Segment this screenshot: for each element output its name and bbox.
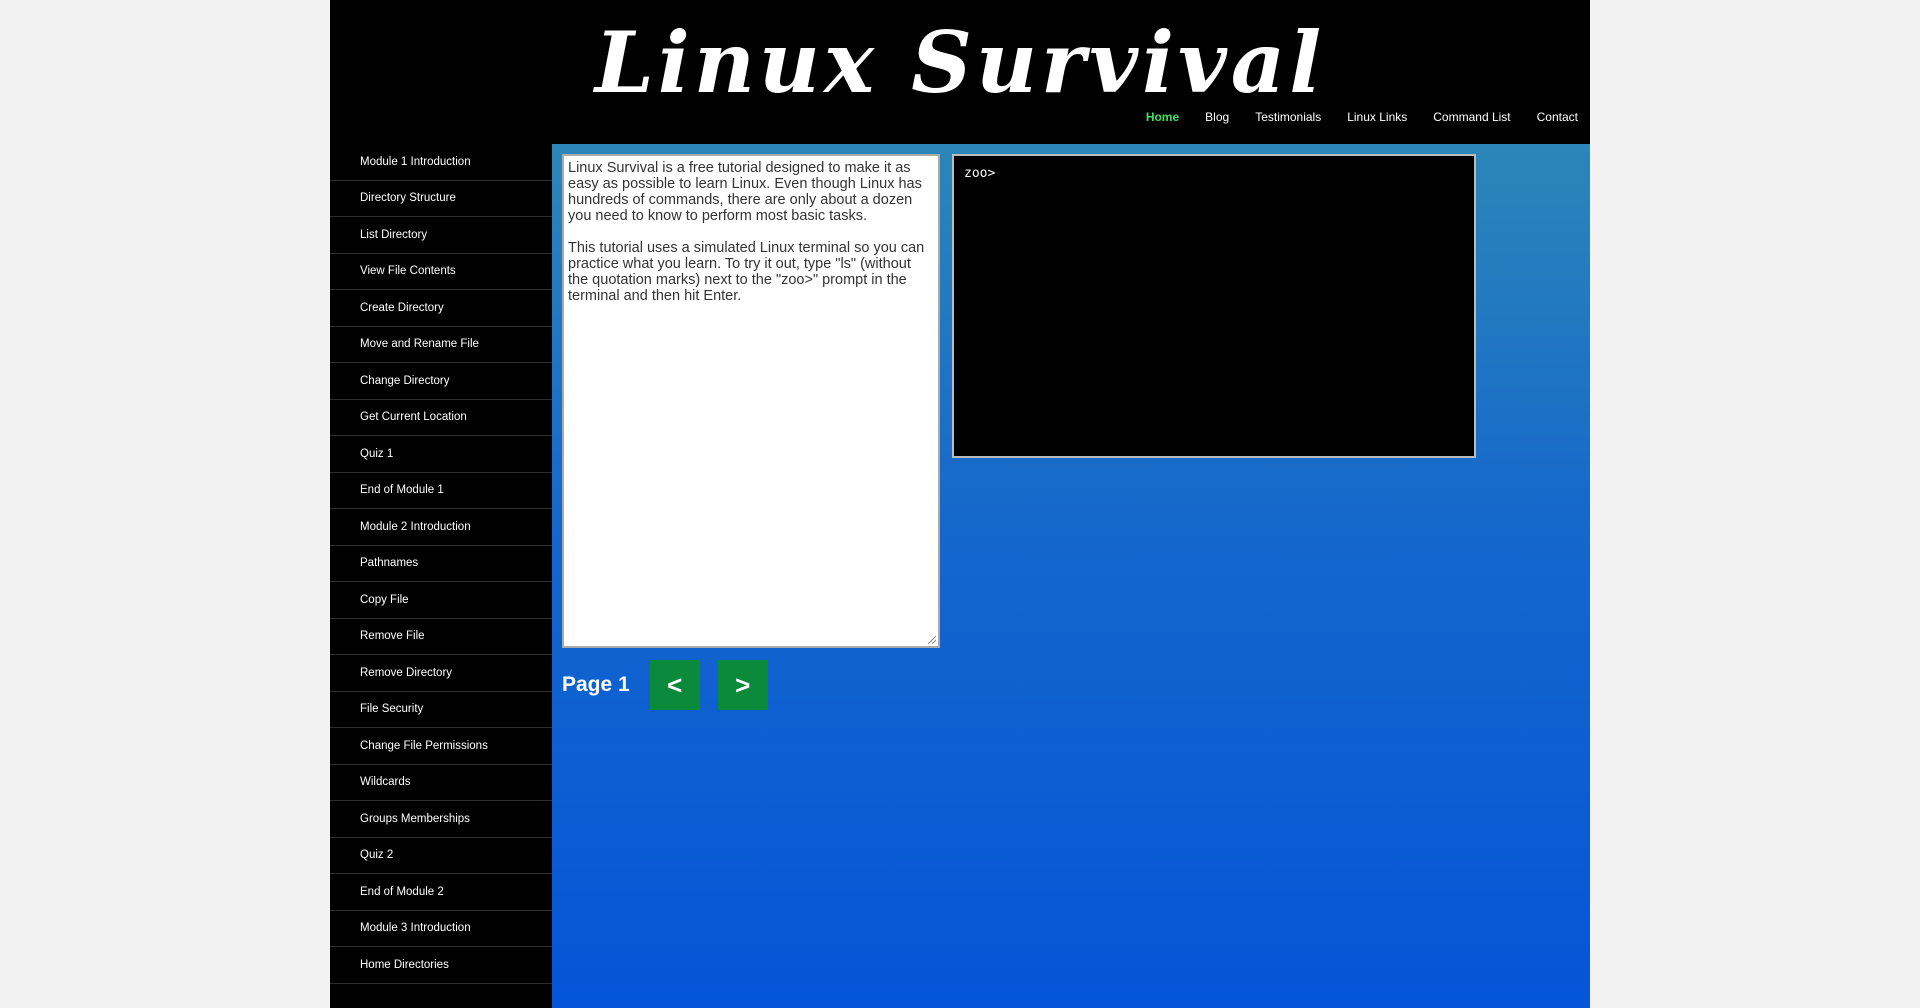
sidebar-item-label: Module 1 Introduction <box>360 155 471 168</box>
nav-command-list[interactable]: Command List <box>1433 110 1510 124</box>
sidebar-item-move-and-rename-file[interactable]: Move and Rename File <box>330 327 552 363</box>
sidebar-item-home-directories[interactable]: Home Directories <box>330 947 552 984</box>
sidebar-item-label: Module 3 Introduction <box>360 922 471 935</box>
nav-contact[interactable]: Contact <box>1537 110 1578 124</box>
next-page-button[interactable]: > <box>717 660 768 710</box>
sidebar-item-label: Quiz 2 <box>360 849 394 862</box>
page-number-label: Page 1 <box>562 673 630 696</box>
top-nav: Home Blog Testimonials Linux Links Comma… <box>1120 110 1578 124</box>
sidebar-item-quiz-1[interactable]: Quiz 1 <box>330 436 552 473</box>
sidebar-item-label: File Security <box>360 703 424 716</box>
sidebar-item-change-file-permissions[interactable]: Change File Permissions <box>330 728 552 765</box>
resize-grip-icon[interactable] <box>928 636 936 644</box>
sidebar-item-label: Get Current Location <box>360 411 467 424</box>
sidebar-item-end-of-module-2[interactable]: End of Module 2 <box>330 874 552 911</box>
sidebar: Module 1 Introduction Directory Structur… <box>330 144 552 1008</box>
terminal-prompt: zoo> <box>964 166 996 181</box>
site-header: Linux Survival Home Blog Testimonials Li… <box>330 0 1590 144</box>
sidebar-item-pathnames[interactable]: Pathnames <box>330 546 552 582</box>
sidebar-item-get-current-location[interactable]: Get Current Location <box>330 400 552 436</box>
sidebar-item-wildcards[interactable]: Wildcards <box>330 765 552 801</box>
sidebar-item-list-directory[interactable]: List Directory <box>330 217 552 254</box>
sidebar-item-label: Quiz 1 <box>360 447 394 460</box>
tutorial-text-area[interactable]: Linux Survival is a free tutorial design… <box>562 154 940 648</box>
sidebar-item-label: Wildcards <box>360 776 411 789</box>
page-container: Linux Survival Home Blog Testimonials Li… <box>330 0 1590 1008</box>
sidebar-item-label: Directory Structure <box>360 192 456 205</box>
pager: Page 1 < > <box>562 659 786 711</box>
tutorial-paragraph: Linux Survival is a free tutorial design… <box>568 160 922 224</box>
sidebar-item-label: Remove Directory <box>360 666 453 679</box>
sidebar-item-copy-file[interactable]: Copy File <box>330 582 552 619</box>
nav-home[interactable]: Home <box>1146 110 1179 124</box>
main-content: Linux Survival is a free tutorial design… <box>552 144 1590 1008</box>
sidebar-item-groups-memberships[interactable]: Groups Memberships <box>330 801 552 838</box>
sidebar-item-label: Copy File <box>360 593 409 606</box>
sidebar-item-label: List Directory <box>360 228 428 241</box>
nav-linux-links[interactable]: Linux Links <box>1347 110 1407 124</box>
sidebar-item-view-file-contents[interactable]: View File Contents <box>330 254 552 290</box>
terminal[interactable]: zoo> <box>952 154 1476 458</box>
sidebar-item-quiz-2[interactable]: Quiz 2 <box>330 838 552 874</box>
sidebar-item-label: End of Module 1 <box>360 484 444 497</box>
sidebar-item-label: View File Contents <box>360 265 456 278</box>
sidebar-item-module-1-introduction[interactable]: Module 1 Introduction <box>330 144 552 181</box>
sidebar-item-create-directory[interactable]: Create Directory <box>330 290 552 327</box>
sidebar-item-module-2-introduction[interactable]: Module 2 Introduction <box>330 509 552 546</box>
previous-page-button[interactable]: < <box>649 660 700 710</box>
sidebar-item-label: Move and Rename File <box>360 338 479 351</box>
sidebar-item-label: Module 2 Introduction <box>360 520 471 533</box>
nav-testimonials[interactable]: Testimonials <box>1255 110 1321 124</box>
sidebar-item-file-security[interactable]: File Security <box>330 692 552 728</box>
sidebar-item-label: Groups Memberships <box>360 812 470 825</box>
sidebar-item-remove-directory[interactable]: Remove Directory <box>330 655 552 692</box>
sidebar-item-label: Create Directory <box>360 301 444 314</box>
sidebar-item-label: Change File Permissions <box>360 739 488 752</box>
sidebar-item-label: End of Module 2 <box>360 885 444 898</box>
site-title: Linux Survival <box>594 13 1326 112</box>
sidebar-item-directory-structure[interactable]: Directory Structure <box>330 181 552 217</box>
sidebar-item-change-directory[interactable]: Change Directory <box>330 363 552 400</box>
sidebar-item-label: Home Directories <box>360 958 449 971</box>
sidebar-item-remove-file[interactable]: Remove File <box>330 619 552 655</box>
nav-blog[interactable]: Blog <box>1205 110 1229 124</box>
sidebar-item-module-3-introduction[interactable]: Module 3 Introduction <box>330 911 552 947</box>
sidebar-item-label: Change Directory <box>360 374 450 387</box>
sidebar-item-label: Pathnames <box>360 557 419 570</box>
sidebar-item-end-of-module-1[interactable]: End of Module 1 <box>330 473 552 509</box>
sidebar-item-label: Remove File <box>360 630 425 643</box>
tutorial-paragraph: This tutorial uses a simulated Linux ter… <box>568 240 925 304</box>
